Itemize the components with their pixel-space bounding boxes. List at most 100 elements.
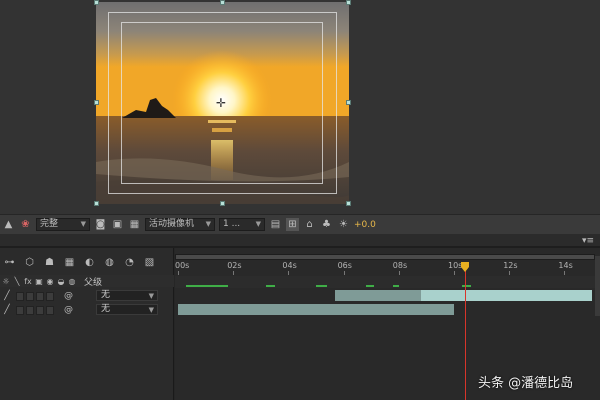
handle-middle-right[interactable]: [346, 100, 351, 105]
handle-top-center[interactable]: [220, 0, 225, 5]
time-tick: [564, 271, 566, 275]
magnification-dropdown[interactable]: 完整 ▼: [36, 218, 90, 231]
time-tick-label: 02s: [227, 261, 242, 270]
timeline-tools: ⊶ ⬡ ☗ ▦ ◐ ◍ ◔ ▧: [0, 253, 174, 271]
timeline-icon[interactable]: ⌂: [303, 218, 316, 231]
layer-duration-bar[interactable]: [178, 304, 454, 315]
effect-switch-icon[interactable]: ▣: [34, 277, 44, 286]
view-layout-value: 1 ...: [223, 219, 241, 229]
switch-box[interactable]: [26, 291, 34, 301]
switch-box[interactable]: [36, 291, 44, 301]
3d-switch-icon[interactable]: ◍: [67, 277, 77, 286]
cache-segment: [316, 285, 328, 287]
view-layout-dropdown[interactable]: 1 ... ▼: [219, 218, 265, 231]
always-preview-icon[interactable]: ▲: [2, 218, 15, 231]
time-tick-label: 00s: [175, 261, 190, 270]
transparency-grid-icon[interactable]: ▦: [128, 218, 141, 231]
handle-top-right[interactable]: [346, 0, 351, 5]
flowchart-icon[interactable]: ♣: [320, 218, 333, 231]
switch-box[interactable]: [26, 305, 34, 315]
parent-dropdown[interactable]: 无 ▼: [96, 290, 158, 301]
playhead-handle[interactable]: [461, 262, 470, 272]
time-tick-label: 04s: [282, 261, 297, 270]
stopwatch-icon[interactable]: ◔: [123, 256, 136, 269]
chevron-down-icon: ▼: [148, 292, 154, 300]
exposure-icon[interactable]: ☀: [337, 218, 350, 231]
camera-dropdown[interactable]: 活动摄像机 ▼: [145, 218, 215, 231]
switch-box[interactable]: [46, 305, 54, 315]
time-tick: [343, 271, 345, 275]
cache-segment: [365, 285, 374, 287]
magnification-value: 完整: [40, 219, 59, 229]
color-channel-icon[interactable]: ❀: [19, 218, 32, 231]
time-tick-label: 14s: [558, 261, 573, 270]
watermark-text: 头条 @潘德比岛: [478, 376, 574, 391]
title-safe-guide: [121, 22, 323, 184]
handle-top-left[interactable]: [94, 0, 99, 5]
collapse-switch-icon[interactable]: ╲: [12, 277, 22, 286]
pick-whip-icon[interactable]: @: [64, 291, 73, 301]
handle-bottom-center[interactable]: [220, 201, 225, 206]
column-header: ☼ ╲ fx ▣ ◉ ◒ ◍ 父级: [0, 275, 174, 288]
handle-middle-left[interactable]: [94, 100, 99, 105]
layer-duration-bar-selected[interactable]: [420, 290, 592, 301]
shy-switch-icon[interactable]: ☼: [1, 277, 11, 286]
time-tick-label: 06s: [337, 261, 352, 270]
cache-segment: [393, 285, 399, 287]
time-tick-label: 08s: [392, 261, 408, 270]
cache-segment: [186, 285, 228, 287]
time-ruler[interactable]: 00s 02s 04s 06s 08s 10s 12s 14s: [175, 260, 595, 275]
time-tick: [398, 271, 400, 275]
camera-icon[interactable]: ◙: [94, 218, 107, 231]
time-tick: [233, 271, 235, 275]
motion-blur-icon[interactable]: ◐: [83, 256, 96, 269]
fast-preview-icon[interactable]: ⊞: [286, 218, 299, 231]
chevron-down-icon: ▼: [205, 220, 211, 228]
parent-column-label: 父级: [84, 277, 103, 288]
cache-segment: [462, 285, 471, 287]
frame-blending-icon[interactable]: ▦: [63, 256, 76, 269]
chevron-down-icon: ▼: [255, 220, 261, 228]
chevron-down-icon: ▼: [148, 306, 154, 314]
parent-value: 无: [101, 304, 111, 314]
handle-bottom-left[interactable]: [94, 201, 99, 206]
parent-dropdown[interactable]: 无 ▼: [96, 304, 158, 315]
hide-shy-layers-icon[interactable]: ☗: [43, 256, 56, 269]
quality-switch-icon[interactable]: fx: [23, 277, 33, 286]
camera-value: 活动摄像机: [149, 219, 195, 229]
switch-box[interactable]: [16, 305, 24, 315]
frame-blend-switch-icon[interactable]: ◉: [45, 277, 55, 286]
graph-editor-icon[interactable]: ◍: [103, 256, 116, 269]
viewer-toolbar: ▲ ❀ 完整 ▼ ◙ ▣ ▦ 活动摄像机 ▼ 1 ... ▼ ▤ ⊞ ⌂ ♣ ☀ +0…: [0, 214, 600, 234]
exposure-value[interactable]: +0.0: [354, 220, 376, 230]
region-of-interest-icon[interactable]: ▣: [111, 218, 124, 231]
pick-whip-icon[interactable]: @: [64, 305, 73, 315]
switch-box[interactable]: [36, 305, 44, 315]
adjustment-switch-icon[interactable]: ◒: [56, 277, 66, 286]
parent-value: 无: [101, 290, 111, 300]
switch-box[interactable]: [16, 291, 24, 301]
graph-view-icon[interactable]: ▧: [143, 256, 156, 269]
pen-icon: ╱: [4, 305, 10, 315]
cache-indicator: [175, 276, 595, 288]
time-tick: [509, 271, 511, 275]
layer-row[interactable]: ╱ @ 无 ▼: [0, 289, 174, 303]
layer-row[interactable]: ╱ @ 无 ▼: [0, 303, 174, 317]
chevron-down-icon: ▼: [80, 220, 86, 228]
playhead-line: [465, 262, 467, 400]
composition-viewer[interactable]: ✛: [0, 0, 600, 214]
time-tick: [454, 271, 455, 275]
composition-mini-flowchart-icon[interactable]: ⊶: [3, 256, 16, 269]
time-tick-label: 12s: [503, 261, 518, 270]
time-tick: [178, 271, 179, 275]
panel-menu-icon[interactable]: ▾≡: [582, 236, 594, 246]
handle-bottom-right[interactable]: [346, 201, 351, 206]
panel-divider: [0, 234, 600, 248]
time-tick: [288, 271, 290, 275]
timeline-scrollbar[interactable]: [595, 256, 600, 316]
draft-3d-icon[interactable]: ⬡: [23, 256, 36, 269]
pen-icon: ╱: [4, 291, 10, 301]
cache-segment: [266, 285, 275, 287]
switch-box[interactable]: [46, 291, 54, 301]
toggle-pixel-aspect-icon[interactable]: ▤: [269, 218, 282, 231]
